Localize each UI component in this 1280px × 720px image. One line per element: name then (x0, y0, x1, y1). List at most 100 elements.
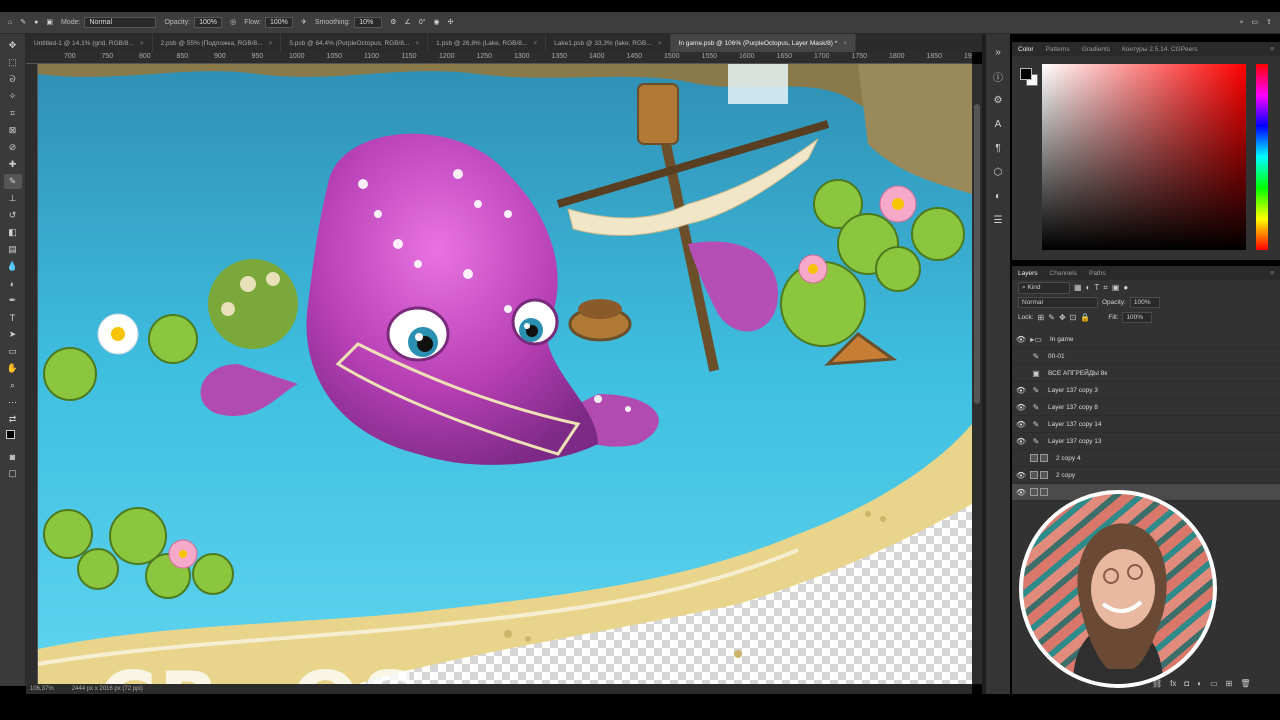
tab-2-psb[interactable]: 2.psb @ 55% (Подложка, RGB/8... × (153, 34, 282, 52)
close-icon[interactable]: × (658, 40, 662, 47)
eraser-tool-icon[interactable]: ◧ (4, 225, 22, 240)
tab-in-game-psb[interactable]: In game.psb @ 106% (PurpleOctopus, Layer… (670, 34, 857, 52)
collapse-panels-icon[interactable]: » (990, 44, 1006, 60)
visibility-eye-icon[interactable]: 👁 (1012, 403, 1030, 412)
close-icon[interactable]: × (269, 40, 273, 47)
path-selection-tool-icon[interactable]: ➤ (4, 327, 22, 342)
lock-artboard-icon[interactable]: ⊡ (1070, 313, 1077, 322)
layer-mask-thumbnails[interactable] (1030, 471, 1056, 479)
character-icon[interactable]: A (990, 116, 1006, 132)
blur-tool-icon[interactable]: 💧 (4, 259, 22, 274)
smoothing-settings-gear-icon[interactable]: ⚙ (390, 18, 396, 28)
tab-untitled-1[interactable]: Untitled-1 @ 14,1% (grid, RGB/8... × (26, 34, 153, 52)
tab-contours[interactable]: Контуры 2.5.14. CGPeers (1116, 46, 1204, 53)
color-swatches-icon[interactable] (4, 429, 22, 447)
layer-mask-thumbnails[interactable] (1030, 454, 1056, 462)
pressure-size-icon[interactable]: ◉ (434, 18, 440, 28)
layer-row[interactable]: 👁 2 copy (1012, 467, 1280, 484)
gradient-tool-icon[interactable]: ▤ (4, 242, 22, 257)
crop-tool-icon[interactable]: ⌗ (4, 106, 22, 121)
workspace-icon[interactable]: ▭ (1252, 18, 1259, 28)
magic-wand-tool-icon[interactable]: ✧ (4, 89, 22, 104)
layer-row[interactable]: 2 copy 4 (1012, 450, 1280, 467)
close-icon[interactable]: × (140, 40, 144, 47)
home-icon[interactable]: ⌂ (8, 18, 12, 28)
paragraph-icon[interactable]: ¶ (990, 140, 1006, 156)
visibility-eye-icon[interactable]: 👁 (1012, 420, 1030, 429)
tab-1-psb[interactable]: 1.psb @ 26,8% (Lake, RGB/8... × (428, 34, 547, 52)
history-brush-tool-icon[interactable]: ↺ (4, 208, 22, 223)
quick-mask-icon[interactable]: ◙ (4, 449, 22, 464)
adjustments-icon[interactable]: ⚙ (990, 92, 1006, 108)
layer-style-fx-icon[interactable]: fx (1170, 679, 1176, 688)
info-icon[interactable]: ⓘ (990, 68, 1006, 84)
styles-icon[interactable]: ◐ (990, 188, 1006, 204)
filter-adjustment-icon[interactable]: ◐ (1086, 283, 1091, 292)
layer-row[interactable]: 👁 ✎ Layer 137 copy 14 (1012, 416, 1280, 433)
scrollbar-thumb[interactable] (974, 104, 980, 404)
visibility-eye-icon[interactable]: 👁 (1012, 488, 1030, 497)
close-icon[interactable]: × (843, 40, 847, 47)
pressure-opacity-icon[interactable]: ◎ (230, 18, 236, 28)
tab-channels[interactable]: Channels (1044, 270, 1083, 277)
symmetry-icon[interactable]: ✣ (448, 18, 454, 28)
lock-transparency-icon[interactable]: ⊞ (1038, 313, 1045, 322)
new-layer-icon[interactable]: ⊞ (1226, 679, 1233, 688)
layer-row[interactable]: 👁 ✎ Layer 137 copy 13 (1012, 433, 1280, 450)
search-icon[interactable]: ⌕ (1240, 18, 1244, 28)
panel-menu-icon[interactable]: ≡ (1264, 270, 1280, 277)
filter-smart-icon[interactable]: ▣ (1112, 283, 1120, 292)
smoothing-field[interactable]: 10% (354, 17, 383, 28)
zoom-tool-icon[interactable]: ⌕ (4, 378, 22, 393)
clone-stamp-tool-icon[interactable]: ⊥ (4, 191, 22, 206)
filter-type-icon[interactable]: T (1094, 283, 1099, 292)
layer-mask-thumbnails[interactable] (1030, 488, 1056, 496)
mode-select[interactable]: Normal (84, 17, 157, 28)
color-picker-field[interactable] (1042, 64, 1246, 250)
brush-settings-icon[interactable]: ▣ (46, 18, 53, 28)
adjustment-layer-icon[interactable]: ◐ (1197, 679, 1202, 688)
screen-mode-icon[interactable]: ▢ (4, 466, 22, 481)
tab-color[interactable]: Color (1012, 46, 1040, 53)
panel-menu-icon[interactable]: ≡ (1264, 46, 1280, 53)
dodge-tool-icon[interactable]: ◐ (4, 276, 22, 291)
visibility-eye-icon[interactable]: 👁 (1012, 471, 1030, 480)
brush-tool-icon[interactable]: ✎ (20, 18, 26, 28)
layer-row[interactable]: ✎ 00-01 (1012, 348, 1280, 365)
hue-slider[interactable] (1256, 64, 1268, 250)
lock-paint-icon[interactable]: ✎ (1048, 313, 1055, 322)
move-tool-icon[interactable]: ✥ (4, 38, 22, 53)
layer-row[interactable]: 👁 ▸▭ In game (1012, 331, 1280, 348)
new-group-icon[interactable]: ▭ (1210, 679, 1218, 688)
brush-tool-icon[interactable]: ✎ (3, 174, 22, 189)
close-icon[interactable]: × (415, 40, 419, 47)
libraries-icon[interactable]: ☰ (990, 212, 1006, 228)
lasso-tool-icon[interactable]: ᘐ (4, 72, 22, 87)
marquee-tool-icon[interactable]: ⬚ (4, 55, 22, 70)
tab-5-psb[interactable]: 5.psb @ 64,4% (PurpleOctopus, RGB/8... × (281, 34, 429, 52)
filter-shape-icon[interactable]: ⌗ (1103, 283, 1108, 293)
more-tools-icon[interactable]: ⋯ (4, 395, 22, 410)
tab-lake1-psb[interactable]: Lake1.psb @ 33,3% (lake, RGB... × (546, 34, 671, 52)
visibility-eye-icon[interactable]: 👁 (1012, 335, 1030, 344)
blend-mode-select[interactable]: Normal (1018, 297, 1098, 308)
swap-colors-icon[interactable]: ⇄ (4, 412, 22, 427)
add-mask-icon[interactable]: ◘ (1184, 679, 1189, 688)
brush-preset-icon[interactable]: ● (34, 18, 38, 28)
delete-layer-icon[interactable]: 🗑 (1240, 679, 1250, 688)
layer-opacity-field[interactable]: 100% (1129, 297, 1160, 308)
tab-patterns[interactable]: Patterns (1040, 46, 1076, 53)
lock-position-icon[interactable]: ✥ (1059, 313, 1066, 322)
fill-field[interactable]: 100% (1122, 312, 1153, 323)
zoom-level[interactable]: 106,37% (30, 686, 54, 692)
tab-paths[interactable]: Paths (1083, 270, 1112, 277)
foreground-color-swatch[interactable] (1020, 68, 1032, 80)
type-tool-icon[interactable]: T (4, 310, 22, 325)
3d-icon[interactable]: ⬡ (990, 164, 1006, 180)
tab-gradients[interactable]: Gradients (1076, 46, 1116, 53)
opacity-field[interactable]: 100% (194, 17, 223, 28)
hand-tool-icon[interactable]: ✋ (4, 361, 22, 376)
filter-pixel-icon[interactable]: ▦ (1074, 283, 1082, 292)
healing-tool-icon[interactable]: ✚ (4, 157, 22, 172)
visibility-eye-icon[interactable]: 👁 (1012, 437, 1030, 446)
